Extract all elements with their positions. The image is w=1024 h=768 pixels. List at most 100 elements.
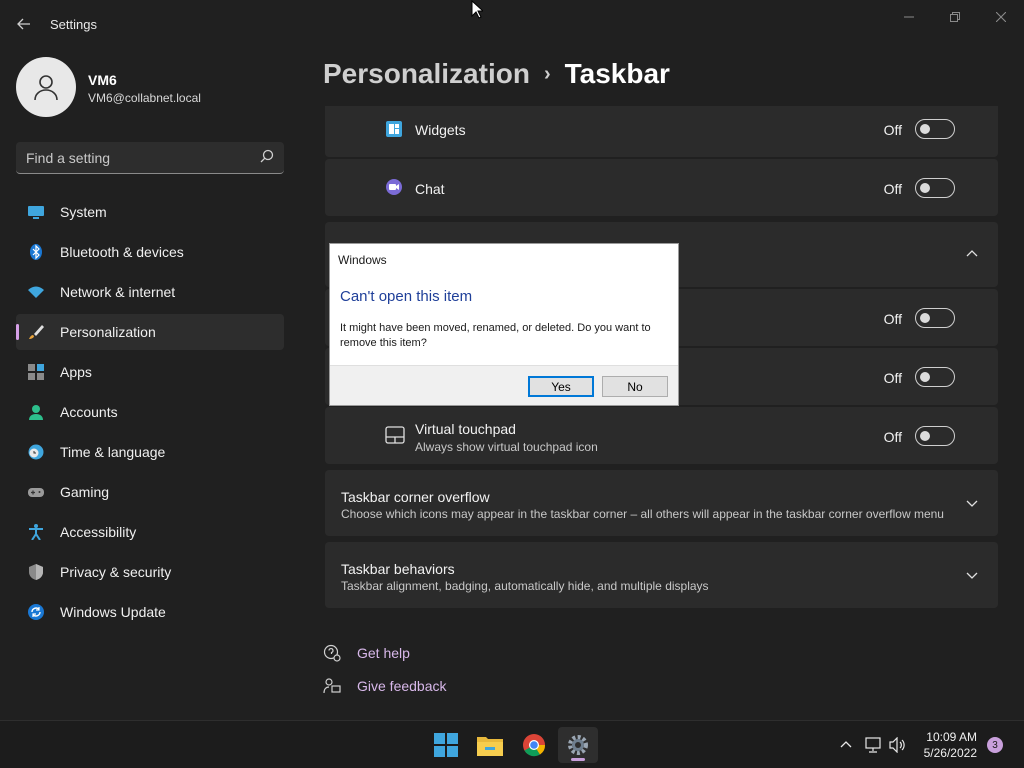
system-taskbar: 10:09 AM 5/26/2022 3 <box>0 720 1024 768</box>
minimize-button[interactable] <box>895 8 923 26</box>
sidebar-item-label: Network & internet <box>60 284 176 300</box>
chevron-down-icon[interactable] <box>966 497 980 511</box>
sidebar-item-accessibility[interactable]: Accessibility <box>16 514 284 550</box>
breadcrumb-parent[interactable]: Personalization <box>323 58 530 89</box>
chrome-icon[interactable] <box>514 727 554 763</box>
breadcrumb-separator: › <box>543 63 551 85</box>
chat-toggle-state: Off <box>883 181 902 197</box>
file-explorer-icon[interactable] <box>470 727 510 763</box>
sidebar-item-label: Personalization <box>60 324 156 340</box>
widgets-toggle[interactable] <box>915 119 955 139</box>
sidebar-item-label: Apps <box>60 364 92 380</box>
shield-icon <box>28 564 44 580</box>
corner-icon-1-toggle[interactable] <box>915 308 955 328</box>
bluetooth-icon <box>28 244 44 260</box>
feedback-icon <box>323 677 341 695</box>
taskbar-behaviors-title: Taskbar behaviors <box>341 561 455 577</box>
chat-toggle[interactable] <box>915 178 955 198</box>
virtual-touchpad-toggle-state: Off <box>883 429 902 445</box>
chevron-up-icon[interactable] <box>837 736 855 754</box>
accessibility-icon <box>28 524 44 541</box>
widgets-icon <box>385 120 405 140</box>
sidebar-nav: System Bluetooth & devices Network & int… <box>16 194 284 634</box>
sidebar-item-label: Gaming <box>60 484 110 500</box>
dialog-heading: Can't open this item <box>340 288 473 305</box>
error-dialog: Windows Can't open this item It might ha… <box>329 243 679 406</box>
taskbar-behaviors-description: Taskbar alignment, badging, automaticall… <box>341 579 709 593</box>
sidebar-item-accounts[interactable]: Accounts <box>16 394 284 430</box>
mouse-cursor-icon <box>471 0 485 24</box>
avatar[interactable] <box>16 57 76 117</box>
virtual-touchpad-toggle[interactable] <box>915 426 955 446</box>
help-icon <box>323 644 341 662</box>
widgets-row: Widgets Off <box>325 106 998 157</box>
title-bar: Settings <box>0 0 1024 48</box>
sidebar-item-apps[interactable]: Apps <box>16 354 284 390</box>
maximize-button[interactable] <box>941 8 969 26</box>
volume-icon[interactable] <box>889 736 907 754</box>
sidebar-item-system[interactable]: System <box>16 194 284 230</box>
accounts-icon <box>28 404 44 420</box>
sidebar-item-privacy[interactable]: Privacy & security <box>16 554 284 590</box>
sidebar-item-label: System <box>60 204 107 220</box>
sidebar-item-label: Time & language <box>60 444 166 460</box>
dialog-message: It might have been moved, renamed, or de… <box>340 322 651 349</box>
page-title: Taskbar <box>564 58 670 89</box>
gamepad-icon <box>28 484 44 500</box>
corner-overflow-section[interactable]: Taskbar corner overflow Choose which ico… <box>325 470 998 536</box>
corner-icon-1-toggle-state: Off <box>883 311 902 327</box>
sidebar-item-network[interactable]: Network & internet <box>16 274 284 310</box>
system-icon <box>28 204 44 220</box>
yes-button[interactable]: Yes <box>528 376 594 397</box>
touchpad-icon <box>385 426 405 446</box>
active-app-indicator <box>571 758 585 761</box>
taskbar-behaviors-section[interactable]: Taskbar behaviors Taskbar alignment, bad… <box>325 542 998 608</box>
clock-time[interactable]: 10:09 AM <box>926 730 977 744</box>
sidebar-item-time-language[interactable]: Time & language <box>16 434 284 470</box>
sidebar-item-gaming[interactable]: Gaming <box>16 474 284 510</box>
back-arrow-icon[interactable] <box>12 12 36 36</box>
brush-icon <box>28 324 44 340</box>
chevron-up-icon[interactable] <box>966 248 980 262</box>
search-placeholder: Find a setting <box>26 150 111 166</box>
network-icon[interactable] <box>864 736 882 754</box>
no-button[interactable]: No <box>602 376 668 397</box>
start-icon[interactable] <box>426 727 466 763</box>
sidebar-item-bluetooth[interactable]: Bluetooth & devices <box>16 234 284 270</box>
corner-overflow-title: Taskbar corner overflow <box>341 489 490 505</box>
virtual-touchpad-row: Virtual touchpad Always show virtual tou… <box>325 407 998 464</box>
sidebar-item-label: Bluetooth & devices <box>60 244 184 260</box>
breadcrumb: Personalization › Taskbar <box>323 58 670 90</box>
sidebar-item-label: Accessibility <box>60 524 137 540</box>
dialog-footer: Yes No <box>330 365 678 405</box>
chevron-down-icon[interactable] <box>966 569 980 583</box>
close-button[interactable] <box>987 8 1015 26</box>
clock-date[interactable]: 5/26/2022 <box>924 746 977 760</box>
sidebar-item-label: Privacy & security <box>60 564 172 580</box>
corner-overflow-description: Choose which icons may appear in the tas… <box>341 507 944 521</box>
wifi-icon <box>28 284 44 300</box>
sidebar-item-label: Windows Update <box>60 604 166 620</box>
user-email: VM6@collabnet.local <box>88 91 201 105</box>
corner-icon-2-toggle[interactable] <box>915 367 955 387</box>
search-icon[interactable] <box>260 149 274 168</box>
virtual-touchpad-description: Always show virtual touchpad icon <box>415 440 598 454</box>
settings-icon[interactable] <box>558 727 598 763</box>
virtual-touchpad-label: Virtual touchpad <box>415 421 516 437</box>
user-name: VM6 <box>88 72 117 88</box>
sidebar-item-personalization[interactable]: Personalization <box>16 314 284 350</box>
give-feedback-link[interactable]: Give feedback <box>357 678 447 694</box>
sidebar-item-label: Accounts <box>60 404 118 420</box>
app-title: Settings <box>50 17 97 32</box>
notification-badge[interactable]: 3 <box>987 737 1003 753</box>
widgets-label: Widgets <box>415 122 466 138</box>
chat-icon <box>385 178 405 198</box>
get-help-link[interactable]: Get help <box>357 645 410 661</box>
dialog-title: Windows <box>338 253 387 267</box>
widgets-toggle-state: Off <box>883 122 902 138</box>
sidebar-item-windows-update[interactable]: Windows Update <box>16 594 284 630</box>
corner-icon-2-toggle-state: Off <box>883 370 902 386</box>
update-icon <box>28 604 44 620</box>
search-input[interactable]: Find a setting <box>16 142 284 174</box>
clock-globe-icon <box>28 444 44 460</box>
